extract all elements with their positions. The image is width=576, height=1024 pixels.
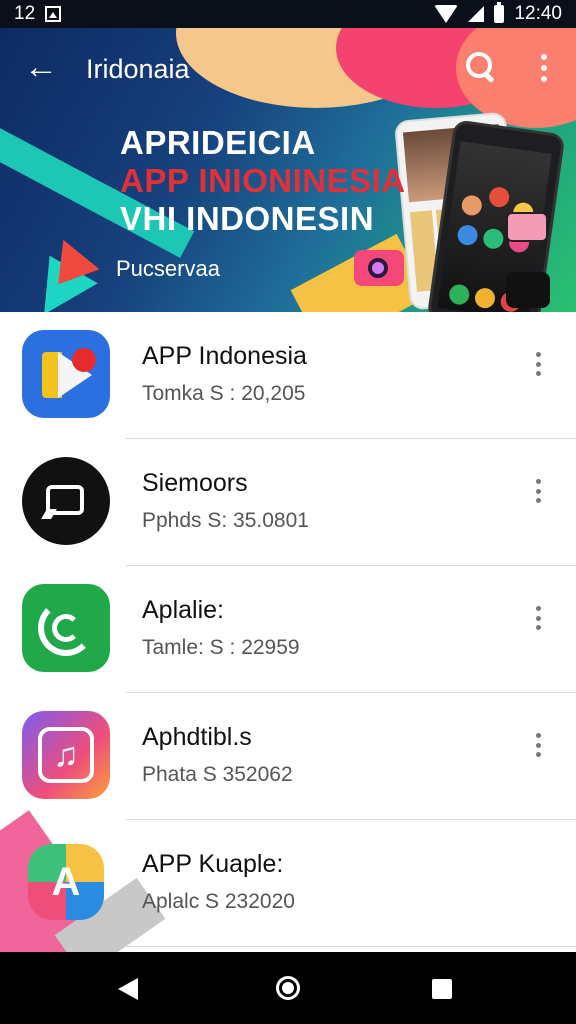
speaker-illustration bbox=[506, 272, 550, 308]
status-left-text: 12 bbox=[14, 3, 36, 24]
camera-illustration bbox=[506, 212, 548, 242]
app-dot-icon bbox=[487, 185, 511, 209]
signal-icon bbox=[468, 6, 485, 22]
status-time: 12:40 bbox=[514, 3, 562, 24]
divider bbox=[126, 946, 576, 947]
more-vert-icon[interactable] bbox=[540, 54, 548, 82]
banner-headline-1: APRIDEICIA bbox=[120, 124, 316, 161]
maps-icon bbox=[22, 330, 110, 418]
back-arrow-icon[interactable]: ← bbox=[24, 50, 58, 84]
search-icon[interactable] bbox=[464, 50, 496, 82]
app-dot-icon bbox=[460, 194, 484, 217]
nav-recents-icon[interactable] bbox=[432, 979, 452, 999]
app-list: APP Indonesia Tomka S : 20,205 Siemoors … bbox=[0, 312, 576, 994]
banner-subtitle: Pucservaa bbox=[116, 256, 220, 281]
more-vert-icon[interactable] bbox=[536, 352, 542, 376]
header-banner: ← Iridonaia APRIDEICIA APP INIONINESIA V… bbox=[0, 28, 576, 312]
app-meta: Aplalc S 232020 bbox=[142, 890, 295, 913]
app-meta: Pphds S: 35.0801 bbox=[142, 509, 309, 532]
more-vert-icon[interactable] bbox=[536, 606, 542, 630]
app-bar: ← Iridonaia bbox=[0, 28, 576, 108]
list-item[interactable]: A APP Kuaple: Aplalc S 232020 bbox=[0, 820, 576, 947]
nav-back-icon[interactable] bbox=[118, 978, 138, 1000]
app-name: APP Kuaple: bbox=[142, 850, 284, 878]
app-dot-icon bbox=[456, 223, 479, 247]
nav-home-icon[interactable] bbox=[276, 976, 300, 1000]
list-item[interactable]: Siemoors Pphds S: 35.0801 bbox=[0, 439, 576, 566]
list-item[interactable]: Aplalie: Tamle: S : 22959 bbox=[0, 566, 576, 693]
app-name: Aphdtibl.s bbox=[142, 723, 252, 751]
app-dot-icon bbox=[447, 283, 471, 306]
banner-headline-3: VHI INDONESIN bbox=[120, 200, 375, 237]
wifi-icon bbox=[434, 5, 459, 23]
app-name: Siemoors bbox=[142, 469, 248, 497]
status-bar: 12 12:40 bbox=[0, 0, 576, 28]
list-item[interactable]: APP Indonesia Tomka S : 20,205 bbox=[0, 312, 576, 439]
music-icon: ♫ bbox=[22, 711, 110, 799]
more-vert-icon[interactable] bbox=[536, 733, 542, 757]
app-meta: Tomka S : 20,205 bbox=[142, 382, 306, 405]
app-bar-title: Iridonaia bbox=[86, 54, 190, 84]
battery-icon bbox=[494, 2, 505, 23]
app-name: Aplalie: bbox=[142, 596, 224, 624]
banner-headline-2: APP INIONINESIA bbox=[120, 162, 406, 199]
app-meta: Phata S 352062 bbox=[142, 763, 293, 786]
phone-icon bbox=[22, 584, 110, 672]
image-notification-icon bbox=[45, 6, 62, 22]
list-item[interactable]: ♫ Aphdtibl.s Phata S 352062 bbox=[0, 693, 576, 820]
navigation-bar bbox=[0, 952, 576, 1024]
app-name: APP Indonesia bbox=[142, 342, 307, 370]
a-logo-icon: A bbox=[22, 838, 110, 926]
chat-icon bbox=[22, 457, 110, 545]
camera-illustration bbox=[354, 250, 404, 286]
more-vert-icon[interactable] bbox=[536, 479, 542, 503]
app-meta: Tamle: S : 22959 bbox=[142, 636, 300, 659]
app-dot-icon bbox=[473, 286, 497, 310]
app-dot-icon bbox=[482, 227, 505, 251]
